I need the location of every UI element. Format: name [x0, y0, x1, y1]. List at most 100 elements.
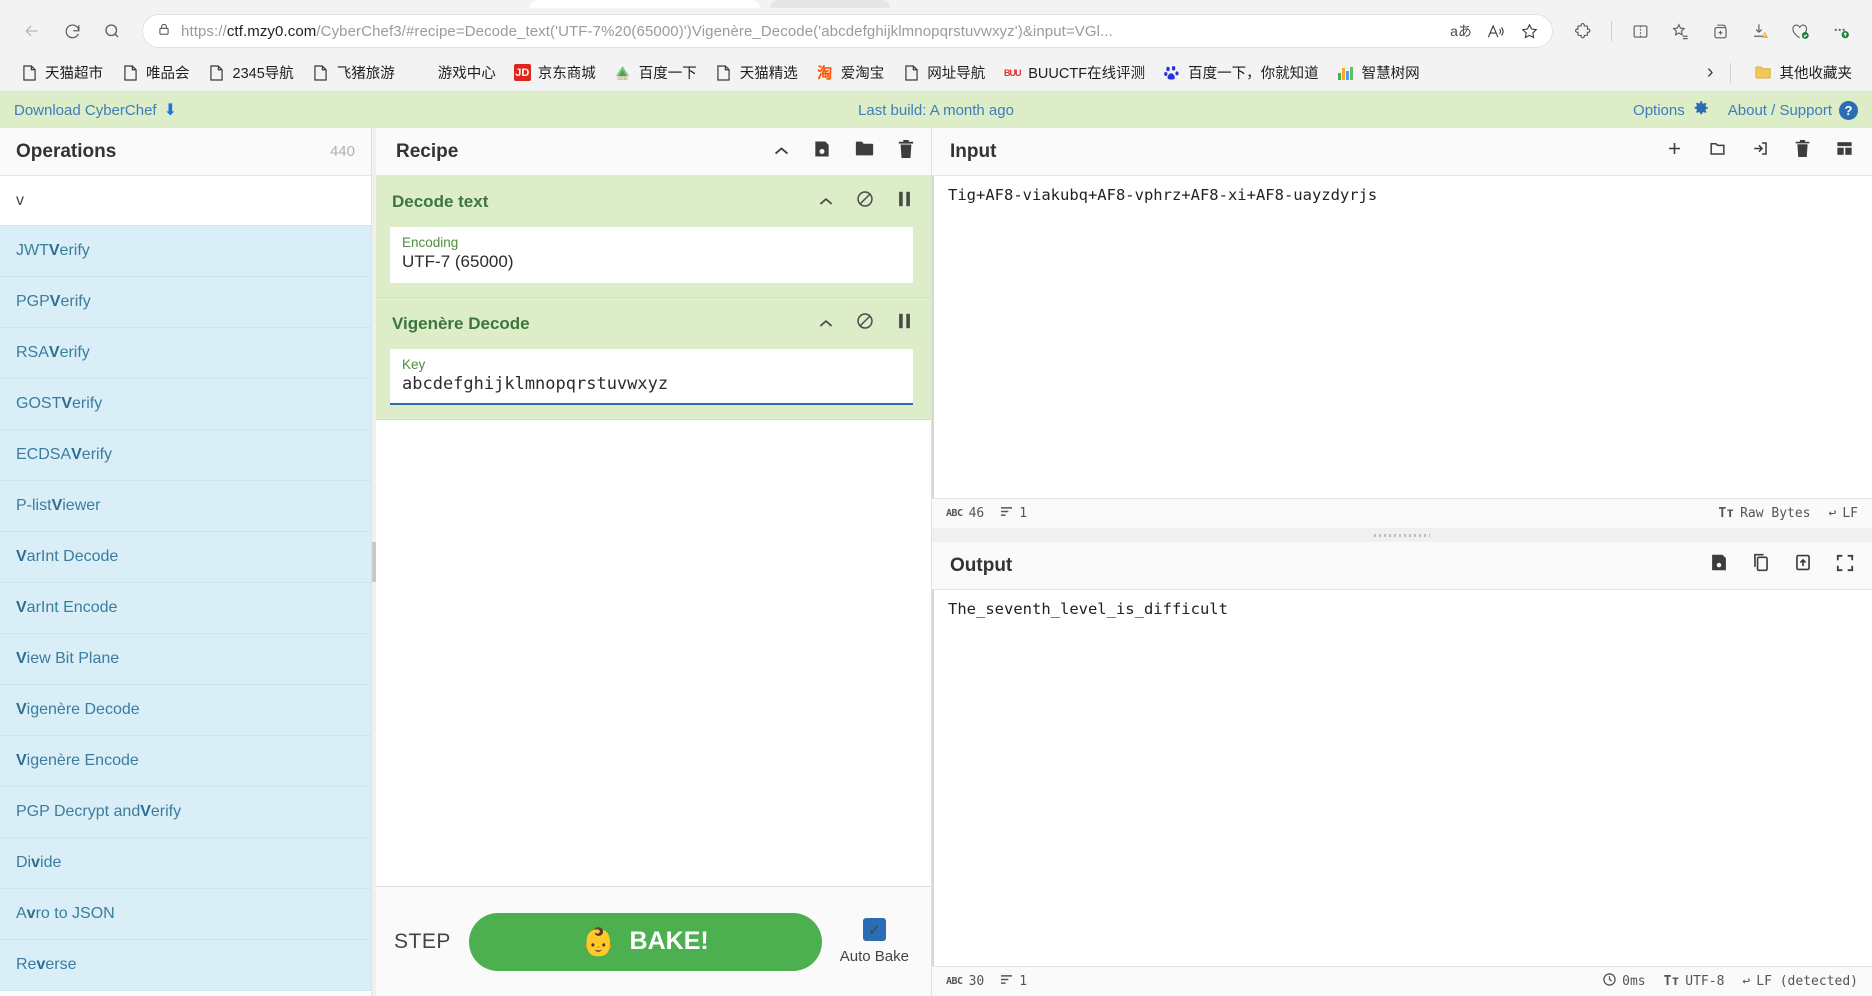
- add-input-icon[interactable]: [1665, 139, 1684, 164]
- open-folder-as-input-icon[interactable]: [1708, 139, 1727, 164]
- io-splitter[interactable]: [932, 528, 1872, 542]
- operation-list-item[interactable]: Di v ide: [0, 838, 371, 889]
- other-bookmarks-folder[interactable]: 其他收藏夹: [1747, 57, 1861, 88]
- step-button[interactable]: STEP: [394, 930, 451, 954]
- add-tab-group-icon[interactable]: [1702, 14, 1738, 48]
- bookmark-item[interactable]: 2345 百度一下: [606, 57, 705, 88]
- about-support-link[interactable]: About / Support ?: [1728, 100, 1858, 120]
- chevron-up-icon[interactable]: [818, 192, 834, 212]
- back-arrow-icon[interactable]: [14, 14, 50, 48]
- operations-pane: Operations 440 JWT VerifyPGP VerifyRSA V…: [0, 128, 372, 996]
- bookmark-item[interactable]: BUU BUUCTF在线评测: [995, 57, 1153, 88]
- recipe-argument-value[interactable]: abcdefghijklmnopqrstuvwxyz: [402, 374, 901, 394]
- collections-icon[interactable]: [1662, 14, 1698, 48]
- extensions-icon[interactable]: [1565, 14, 1601, 48]
- recipe-operation-header: Vigenère Decode: [372, 298, 931, 343]
- url-text: https://ctf.mzy0.com/CyberChef3/#recipe=…: [181, 22, 1113, 40]
- active-tab[interactable]: [530, 0, 760, 8]
- bookmark-item[interactable]: JD 京东商城: [506, 57, 604, 88]
- bookmark-label: 智慧树网: [1361, 66, 1420, 82]
- bookmark-item[interactable]: 2345导航: [200, 57, 302, 88]
- operation-label-match: v: [26, 905, 36, 922]
- output-section: Output The_seventh_level_is_difficult AB…: [932, 542, 1872, 996]
- bookmark-item[interactable]: 百度一下，你就知道: [1155, 57, 1327, 88]
- recipe-argument-encoding[interactable]: Encoding UTF-7 (65000): [390, 227, 913, 283]
- operation-list-item[interactable]: JWT Verify: [0, 226, 371, 277]
- disable-operation-icon[interactable]: [856, 312, 874, 335]
- pause-breakpoint-icon[interactable]: [896, 190, 913, 213]
- operation-list-item[interactable]: P-list Viewer: [0, 481, 371, 532]
- chevron-up-icon[interactable]: [818, 314, 834, 334]
- auto-bake-toggle[interactable]: ✓ Auto Bake: [840, 918, 909, 965]
- output-line-ending-selector[interactable]: ↩ LF (detected): [1742, 974, 1858, 989]
- search-icon[interactable]: [94, 14, 130, 48]
- settings-more-icon[interactable]: [1822, 14, 1858, 48]
- input-lines: 1: [1000, 506, 1027, 521]
- bookmark-item[interactable]: 天猫精选: [707, 57, 806, 88]
- operation-list-item[interactable]: Av ro to JSON: [0, 889, 371, 940]
- jd-icon: JD: [513, 64, 531, 81]
- split-screen-icon[interactable]: [1622, 14, 1658, 48]
- bookmark-item[interactable]: 游戏中心: [405, 57, 504, 88]
- search-input[interactable]: [16, 191, 355, 210]
- recipe-drag-handle[interactable]: [372, 128, 376, 996]
- favorite-star-icon[interactable]: [1512, 16, 1546, 46]
- read-aloud-icon[interactable]: [1478, 16, 1512, 46]
- operation-list-item[interactable]: Re v erse: [0, 940, 371, 991]
- operation-list-item[interactable]: View Bit Plane: [0, 634, 371, 685]
- disable-operation-icon[interactable]: [856, 190, 874, 213]
- save-output-icon[interactable]: [1710, 553, 1728, 578]
- auto-bake-checkbox[interactable]: ✓: [862, 918, 886, 941]
- operation-list-item[interactable]: ECDSA Verify: [0, 430, 371, 481]
- browser-chrome: https://ctf.mzy0.com/CyberChef3/#recipe=…: [0, 0, 1872, 92]
- clear-recipe-trash-icon[interactable]: [897, 139, 915, 165]
- operation-list-item[interactable]: PGP Verify: [0, 277, 371, 328]
- inactive-tab[interactable]: [770, 0, 890, 8]
- recipe-operation[interactable]: Decode text Encoding UTF-7 (65000): [372, 176, 931, 298]
- translate-icon[interactable]: aあ: [1444, 16, 1478, 46]
- operation-list-item[interactable]: Vigenère Encode: [0, 736, 371, 787]
- address-bar[interactable]: https://ctf.mzy0.com/CyberChef3/#recipe=…: [142, 14, 1553, 48]
- input-textarea[interactable]: Tig+AF8-viakubq+AF8-vphrz+AF8-xi+AF8-uay…: [932, 176, 1872, 498]
- recipe-argument-key[interactable]: Key abcdefghijklmnopqrstuvwxyz: [390, 349, 913, 405]
- bookmark-item[interactable]: 唯品会: [113, 57, 198, 88]
- maximise-output-icon[interactable]: [1836, 554, 1854, 578]
- bookmark-item[interactable]: 天猫超市: [12, 57, 111, 88]
- refresh-icon[interactable]: [54, 14, 90, 48]
- bookmark-item[interactable]: 飞猪旅游: [304, 57, 403, 88]
- output-textarea[interactable]: The_seventh_level_is_difficult: [932, 590, 1872, 966]
- operation-list-item[interactable]: RSA Verify: [0, 328, 371, 379]
- replace-input-with-output-icon[interactable]: [1794, 553, 1812, 578]
- options-link[interactable]: Options: [1633, 99, 1710, 121]
- operation-list-item[interactable]: Vigenère Decode: [0, 685, 371, 736]
- operation-label-pre: ECDSA: [16, 446, 72, 463]
- input-line-ending-selector[interactable]: ↩ LF: [1829, 506, 1858, 521]
- operation-list-item[interactable]: VarInt Decode: [0, 532, 371, 583]
- bookmark-item[interactable]: 网址导航: [894, 57, 993, 88]
- bookmarks-overflow-chevron-icon[interactable]: ›: [1707, 61, 1714, 84]
- recipe-argument-value[interactable]: UTF-7 (65000): [402, 252, 901, 272]
- open-file-as-input-icon[interactable]: [1751, 139, 1770, 164]
- bookmark-item[interactable]: 智慧树网: [1329, 57, 1428, 88]
- input-title: Input: [950, 140, 997, 162]
- load-recipe-folder-icon[interactable]: [854, 139, 875, 164]
- output-encoding-selector[interactable]: Tт UTF-8: [1664, 974, 1725, 989]
- input-raw-bytes-toggle[interactable]: Tт Raw Bytes: [1718, 506, 1810, 521]
- operation-list-item[interactable]: GOST Verify: [0, 379, 371, 430]
- chevron-up-icon[interactable]: [773, 141, 790, 163]
- input-tabs-layout-icon[interactable]: [1835, 139, 1854, 164]
- recipe-operation[interactable]: Vigenère Decode Key abcdefghijklmnopqrstuv…: [372, 298, 931, 420]
- operation-label-post: arInt Encode: [26, 599, 118, 616]
- download-cyberchef-link[interactable]: Download CyberChef ⬇: [14, 100, 177, 120]
- operation-list-item[interactable]: VarInt Encode: [0, 583, 371, 634]
- copy-output-icon[interactable]: [1752, 553, 1770, 578]
- save-recipe-icon[interactable]: [812, 139, 832, 165]
- clear-input-trash-icon[interactable]: [1794, 139, 1811, 164]
- browser-essentials-icon[interactable]: [1782, 14, 1818, 48]
- operation-list-item[interactable]: PGP Decrypt and Verify: [0, 787, 371, 838]
- bookmark-item[interactable]: 淘爱淘宝: [808, 57, 893, 88]
- pause-breakpoint-icon[interactable]: [896, 312, 913, 335]
- operation-label-match: v: [36, 956, 46, 973]
- downloads-icon[interactable]: [1742, 14, 1778, 48]
- bake-button[interactable]: 👶 BAKE!: [468, 912, 822, 971]
